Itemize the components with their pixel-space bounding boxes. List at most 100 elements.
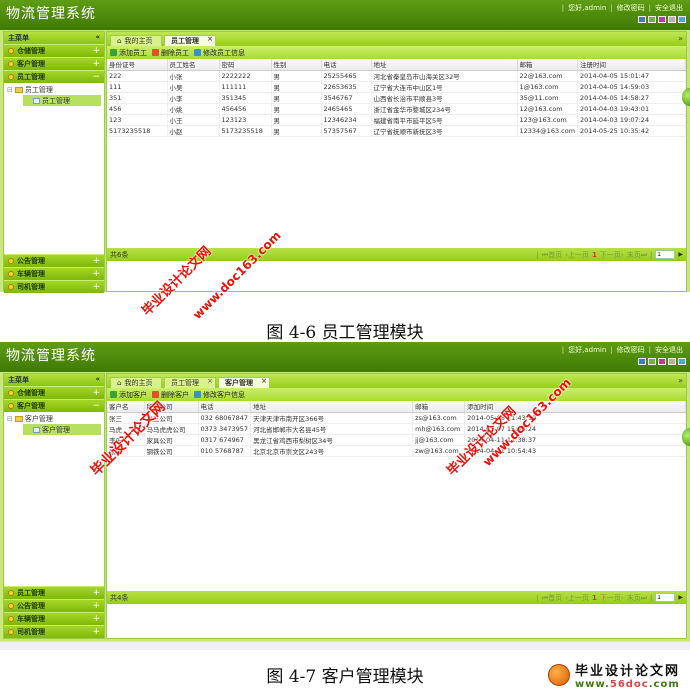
table-row[interactable]: 李乐 家具公司 0317 674967 黑龙江省鸡西市梨树区34号 jj@163.com… — [107, 434, 686, 446]
column-header[interactable]: 地址 — [371, 59, 518, 71]
tab-home[interactable]: ⌂ 我的主页 — [110, 35, 162, 46]
tree-leaf[interactable]: 客户管理 — [23, 424, 101, 435]
table-row[interactable]: 351 小李 351345 男 3546767 山西省长治市平顺县3号 35@11.com 2… — [107, 92, 686, 104]
theme-swatch[interactable] — [668, 358, 676, 365]
close-icon[interactable]: × — [207, 377, 213, 385]
add-employee-button[interactable]: 添加员工 — [110, 48, 147, 58]
sidebar-item-vehicle[interactable]: 车辆管理 + — [4, 267, 104, 280]
expand-icon[interactable]: + — [92, 588, 100, 598]
edit-employee-button[interactable]: 修改员工信息 — [194, 48, 245, 58]
logout-link[interactable]: 安全退出 — [655, 4, 683, 12]
sidebar-item-employee[interactable]: 员工管理 − — [4, 70, 104, 83]
theme-swatch[interactable] — [678, 358, 686, 365]
change-password-link[interactable]: 修改密码 — [617, 346, 645, 354]
table-row[interactable]: 123 小王 123123 男 12346234 福建省南平市延平区5号 123@163.c… — [107, 114, 686, 126]
expand-icon[interactable]: + — [92, 627, 100, 637]
theme-swatch[interactable] — [658, 358, 666, 365]
page-input[interactable] — [655, 593, 676, 602]
menu-icon — [8, 74, 14, 80]
theme-swatch[interactable] — [638, 16, 646, 23]
sidebar-item-customer[interactable]: 客户管理 − — [4, 399, 104, 412]
page-input[interactable] — [655, 250, 676, 259]
column-header[interactable]: 客户名 — [107, 401, 145, 413]
side-handle[interactable] — [682, 88, 690, 106]
side-handle[interactable] — [682, 428, 690, 446]
expand-icon[interactable]: + — [92, 256, 100, 266]
expand-icon[interactable]: + — [92, 59, 100, 69]
sidebar-header: 主菜单 « — [4, 374, 104, 386]
expand-icon[interactable]: + — [92, 601, 100, 611]
sidebar-item-warehouse[interactable]: 仓储管理 + — [4, 44, 104, 57]
sidebar-item-notice[interactable]: 公告管理 + — [4, 254, 104, 267]
column-header[interactable]: 电话 — [321, 59, 372, 71]
go-icon[interactable]: ▶ — [678, 594, 683, 601]
table-row[interactable]: 222 小张 2222222 男 25255465 河北省秦皇岛市山海关区32号 22@16… — [107, 70, 686, 82]
next-page-button[interactable]: 下一页› — [600, 250, 624, 260]
expand-icon[interactable]: + — [92, 269, 100, 279]
add-customer-button[interactable]: 添加客户 — [110, 390, 147, 400]
column-header[interactable]: 员工姓名 — [167, 59, 220, 71]
theme-swatch[interactable] — [678, 16, 686, 23]
column-header[interactable]: 邮箱 — [412, 401, 466, 413]
table-row[interactable]: 5173235518 小赵 5173235518 男 57357567 辽宁省抚顺市新抚区… — [107, 125, 686, 137]
tree-folder[interactable]: ⊟ 客户管理 — [7, 413, 101, 424]
theme-swatch[interactable] — [638, 358, 646, 365]
expand-icon[interactable]: + — [92, 388, 100, 398]
column-header[interactable]: 密码 — [219, 59, 272, 71]
tree-leaf[interactable]: 员工管理 — [23, 95, 101, 106]
column-header[interactable]: 电话 — [198, 401, 252, 413]
prev-page-button[interactable]: ‹上一页 — [565, 593, 589, 603]
chevron-down-icon[interactable]: » — [678, 34, 683, 43]
expand-icon[interactable]: + — [92, 282, 100, 292]
last-page-button[interactable]: 末页⏭ — [627, 250, 647, 260]
edit-customer-button[interactable]: 修改客户信息 — [194, 390, 245, 400]
last-page-button[interactable]: 末页⏭ — [627, 593, 647, 603]
table-row[interactable]: 456 小姚 456456 男 2465465 浙江省金华市婺城区234号 12@163.c… — [107, 103, 686, 115]
first-page-button[interactable]: ⏮首页 — [542, 593, 562, 603]
collapse-section-icon[interactable]: − — [92, 401, 100, 411]
close-icon[interactable]: × — [261, 377, 267, 385]
table-row[interactable]: 111 小吴 111111 男 22653635 辽宁省大连市中山区1号 1@163.com… — [107, 81, 686, 93]
tab-home[interactable]: ⌂ 我的主页 — [110, 377, 162, 388]
theme-swatch[interactable] — [648, 358, 656, 365]
collapse-icon[interactable]: « — [95, 375, 100, 385]
table-row[interactable]: 张三 张三公司 032 68067847 天津天津市南开区366号 zs@163.com… — [107, 412, 686, 424]
change-password-link[interactable]: 修改密码 — [617, 4, 645, 12]
theme-swatch[interactable] — [648, 16, 656, 23]
table-cell: 2222222 — [219, 70, 272, 82]
column-header[interactable]: 邮箱 — [517, 59, 579, 71]
logout-link[interactable]: 安全退出 — [655, 346, 683, 354]
sidebar-item-driver[interactable]: 司机管理 + — [4, 625, 104, 638]
sidebar-item-employee[interactable]: 员工管理 + — [4, 586, 104, 599]
sidebar-item-driver[interactable]: 司机管理 + — [4, 280, 104, 293]
theme-swatch[interactable] — [668, 16, 676, 23]
tab-employee[interactable]: 员工管理 × — [164, 377, 216, 388]
sidebar-item-notice[interactable]: 公告管理 + — [4, 599, 104, 612]
first-page-button[interactable]: ⏮首页 — [542, 250, 562, 260]
table-row[interactable]: 马虎 马马虎虎公司 0373 3473957 河北省邯郸市大名县45号 mh@163.c… — [107, 423, 686, 435]
collapse-section-icon[interactable]: − — [92, 72, 100, 82]
next-page-button[interactable]: 下一页› — [600, 593, 624, 603]
tree-folder[interactable]: ⊟ 员工管理 — [7, 84, 101, 95]
sidebar-item-warehouse[interactable]: 仓储管理 + — [4, 386, 104, 399]
column-header[interactable]: 身份证号 — [107, 59, 168, 71]
column-header[interactable]: 性别 — [271, 59, 322, 71]
prev-page-button[interactable]: ‹上一页 — [565, 250, 589, 260]
sidebar-item-customer[interactable]: 客户管理 + — [4, 57, 104, 70]
collapse-icon[interactable]: « — [95, 33, 100, 43]
column-header[interactable]: 注册时间 — [577, 59, 686, 71]
expand-icon[interactable]: + — [92, 46, 100, 56]
go-icon[interactable]: ▶ — [678, 251, 683, 258]
menu-icon — [8, 61, 14, 67]
sidebar-item-vehicle[interactable]: 车辆管理 + — [4, 612, 104, 625]
close-icon[interactable]: × — [207, 35, 213, 43]
table-cell: 0373 3473957 — [198, 423, 252, 435]
tab-customer[interactable]: 客户管理 × — [218, 377, 270, 388]
expand-icon[interactable]: + — [92, 614, 100, 624]
delete-employee-button[interactable]: 删除员工 — [152, 48, 189, 58]
chevron-down-icon[interactable]: » — [678, 376, 683, 385]
theme-swatch[interactable] — [658, 16, 666, 23]
tab-employee[interactable]: 员工管理 × — [164, 35, 216, 46]
table-row[interactable]: 张伟 钢铁公司 010 5768787 北京北京市崇文区243号 zw@163.com 2… — [107, 445, 686, 457]
column-header[interactable]: 地址 — [250, 401, 414, 413]
